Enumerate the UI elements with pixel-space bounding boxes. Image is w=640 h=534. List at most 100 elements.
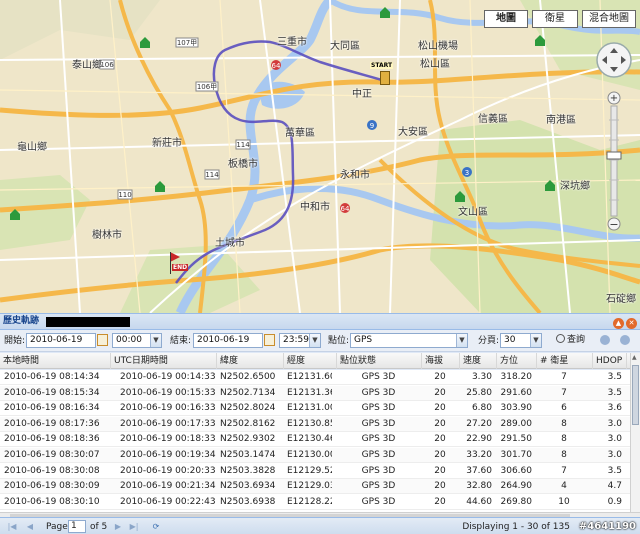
chevron-down-icon[interactable]: ▼	[150, 334, 161, 347]
table-row[interactable]: 2010-06-19 08:17:36 2010-06-19 00:17:33 N2…	[0, 416, 630, 432]
table-row[interactable]: 2010-06-19 08:30:07 2010-06-19 00:19:34 N2…	[0, 448, 630, 463]
table-cell: GPS 3D	[361, 418, 396, 429]
start-calendar-icon[interactable]	[97, 334, 108, 346]
table-row[interactable]: 2010-06-19 08:16:34 2010-06-19 00:16:33 N2…	[0, 401, 630, 417]
search-button[interactable]: 查詢	[552, 333, 589, 348]
end-date-field[interactable]: 2010-06-19	[193, 333, 263, 348]
table-cell: 6	[561, 403, 567, 414]
table-cell: 32.80	[466, 481, 492, 492]
table-cell: 3.5	[607, 372, 622, 382]
column-header[interactable]: HDOP	[593, 353, 627, 369]
table-cell: 22.90	[466, 434, 492, 445]
table-cell: 3.0	[607, 418, 622, 429]
column-header[interactable]: 方位	[497, 353, 537, 369]
nav-next-icon[interactable]	[600, 335, 610, 345]
table-cell: 33.20	[466, 450, 492, 460]
scroll-up-icon[interactable]: ▲	[632, 354, 637, 361]
start-date-field[interactable]: 2010-06-19	[26, 333, 96, 348]
map-place-label: 中和市	[300, 202, 330, 213]
start-time-field[interactable]: 00:00 ▼	[112, 333, 162, 348]
end-time-value: 23:59	[283, 335, 309, 345]
map-place-label: 大同區	[330, 41, 360, 52]
table-cell: 318.20	[500, 372, 533, 382]
end-date-value: 2010-06-19	[197, 335, 250, 345]
page-number-input[interactable]: 1	[68, 520, 86, 533]
first-page-icon[interactable]: |◀	[6, 521, 18, 533]
table-cell: 301.70	[500, 450, 533, 460]
vertical-scrollbar[interactable]: ▲	[630, 353, 640, 512]
grid-body: 2010-06-19 08:14:34 2010-06-19 00:14:33 N2…	[0, 370, 630, 512]
table-cell: N2503.3828	[220, 465, 276, 476]
chevron-down-icon[interactable]: ▼	[530, 334, 541, 347]
collapse-icon[interactable]: ▲	[613, 318, 624, 329]
table-cell: 289.00	[500, 418, 533, 429]
table-row[interactable]: 2010-06-19 08:30:08 2010-06-19 00:20:33 N2…	[0, 464, 630, 479]
table-cell: 3.6	[607, 403, 622, 414]
next-page-icon[interactable]: ▶	[112, 521, 124, 533]
chevron-down-icon[interactable]: ▼	[309, 334, 320, 347]
column-header[interactable]: 海拔	[422, 353, 460, 369]
page-size-select[interactable]: 30 ▼	[500, 333, 542, 348]
table-cell: E12130.0010	[287, 450, 332, 460]
prev-page-icon[interactable]: ◀	[24, 521, 36, 533]
column-header[interactable]: 緯度	[217, 353, 284, 369]
map-view[interactable]: 106甲 107甲 106 114 114 110 64 64 9 3 STAR…	[0, 0, 640, 313]
end-marker[interactable]: END	[168, 252, 189, 276]
column-header[interactable]: 點位狀態	[337, 353, 422, 369]
table-cell: 4	[561, 481, 567, 492]
map-canvas: 106甲 107甲 106 114 114 110 64 64 9 3	[0, 0, 640, 313]
fix-select[interactable]: GPS ▼	[350, 333, 468, 348]
column-header[interactable]: 經度	[284, 353, 337, 369]
column-header[interactable]: UTC日期時間	[111, 353, 217, 369]
table-cell: 303.90	[500, 403, 533, 414]
panel-titlebar: 歷史軌跡 ▲ ✕	[0, 314, 640, 330]
table-cell: N2502.8162	[220, 418, 276, 429]
table-cell: 2010-06-19 08:18:36	[4, 434, 100, 445]
table-cell: 2010-06-19 00:16:33	[120, 403, 216, 414]
table-cell: 37.60	[466, 465, 492, 476]
table-row[interactable]: 2010-06-19 08:30:10 2010-06-19 00:22:43 N2…	[0, 495, 630, 510]
map-place-label: 土城市	[215, 238, 245, 249]
search-button-label: 查詢	[567, 335, 586, 345]
table-cell: 44.60	[466, 496, 492, 507]
table-row[interactable]: 2010-06-19 08:14:34 2010-06-19 00:14:33 N2…	[0, 370, 630, 385]
close-icon[interactable]: ✕	[626, 318, 637, 329]
start-date-value: 2010-06-19	[30, 335, 83, 345]
panel-title: 歷史軌跡	[3, 316, 40, 326]
map-type-hybrid-button[interactable]: 混合地圖	[582, 10, 636, 28]
table-cell: 2010-06-19 08:30:10	[4, 496, 100, 507]
svg-text:106: 106	[100, 61, 114, 69]
table-cell: GPS 3D	[361, 465, 396, 476]
table-cell: E12130.8520	[287, 418, 332, 429]
nav-last-icon[interactable]	[620, 335, 630, 345]
table-cell: 2010-06-19 00:22:43	[120, 496, 216, 507]
table-cell: GPS 3D	[361, 481, 396, 492]
table-row[interactable]: 2010-06-19 08:30:09 2010-06-19 00:21:34 N2…	[0, 479, 630, 495]
map-place-label: 文山區	[458, 207, 488, 218]
map-place-label: 萬華區	[285, 128, 315, 139]
end-time-field[interactable]: 23:59 ▼	[279, 333, 321, 348]
refresh-icon[interactable]: ⟳	[150, 521, 162, 533]
table-cell: N2502.6500	[220, 372, 276, 382]
map-place-label: 三重市	[277, 37, 307, 48]
table-cell: 2010-06-19 00:21:34	[120, 481, 216, 492]
table-cell: 2010-06-19 08:30:07	[4, 450, 100, 460]
map-type-satellite-button[interactable]: 衛星	[532, 10, 578, 28]
end-calendar-icon[interactable]	[264, 334, 275, 346]
chevron-down-icon[interactable]: ▼	[456, 334, 467, 347]
table-row[interactable]: 2010-06-19 08:15:34 2010-06-19 00:15:33 N2…	[0, 385, 630, 401]
column-header[interactable]: # 衛星	[537, 353, 593, 369]
table-cell: E12129.5230	[287, 465, 332, 476]
start-label: START	[370, 62, 394, 69]
table-row[interactable]: 2010-06-19 08:18:36 2010-06-19 00:18:33 N2…	[0, 432, 630, 448]
start-marker[interactable]: START	[370, 62, 394, 88]
table-cell: N2503.6934	[220, 481, 276, 492]
map-type-map-button[interactable]: 地圖	[484, 10, 528, 28]
map-place-label: 石碇鄉	[606, 294, 636, 305]
table-cell: 291.60	[500, 387, 533, 398]
column-header[interactable]: 速度	[460, 353, 497, 369]
column-header[interactable]: 本地時間	[0, 353, 111, 369]
last-page-icon[interactable]: ▶|	[128, 521, 140, 533]
table-cell: 2010-06-19 08:15:34	[4, 387, 100, 398]
vertical-scroll-thumb[interactable]	[632, 365, 639, 425]
